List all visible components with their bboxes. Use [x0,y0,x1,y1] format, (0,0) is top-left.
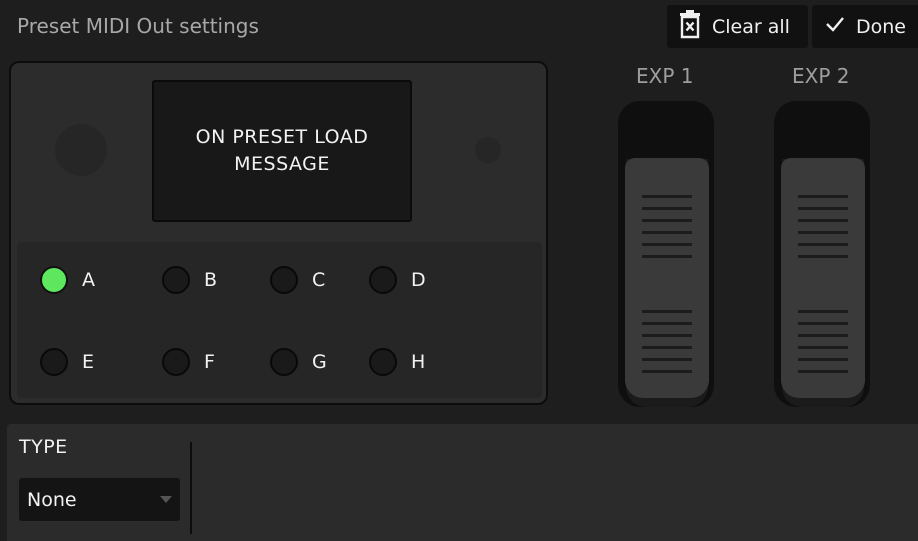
led-indicator [270,348,298,376]
footswitch-a[interactable]: A [40,266,95,294]
footswitch-label: C [312,269,326,291]
pedal-plate [781,158,865,398]
footswitch-label: F [204,351,215,373]
chevron-down-icon [160,496,172,503]
pedal-grooves [798,195,848,267]
led-indicator [40,266,68,294]
footswitch-e[interactable]: E [40,348,94,376]
type-label: TYPE [19,436,68,458]
footswitch-g[interactable]: G [270,348,327,376]
led-indicator [270,266,298,294]
type-select-value: None [27,488,77,511]
done-button[interactable]: Done [812,5,918,48]
footswitch-f[interactable]: F [162,348,215,376]
pedal-grooves [798,310,848,382]
pedal-plate [625,158,709,398]
trash-x-icon [678,9,702,44]
page-title: Preset MIDI Out settings [17,14,259,38]
footswitch-label: B [204,269,218,291]
footswitch-h[interactable]: H [369,348,425,376]
indicator-dot [475,137,501,163]
exp1-pedal[interactable] [618,101,714,407]
led-indicator [369,348,397,376]
device-screen[interactable]: ON PRESET LOAD MESSAGE [152,80,412,222]
pedal-grooves [642,310,692,382]
preset-knob [55,124,107,176]
type-select[interactable]: None [19,478,180,521]
done-label: Done [856,15,906,38]
indicator-dot [475,350,501,376]
led-indicator [369,266,397,294]
screen-text: ON PRESET LOAD MESSAGE [195,126,369,175]
exp2-label: EXP 2 [792,64,850,88]
footswitch-label: D [411,269,426,291]
indicator-dot [475,268,501,294]
divider [190,442,192,534]
footswitch-label: A [82,269,95,291]
check-icon [824,13,846,40]
footswitch-panel: A B C D E F G H [17,242,542,398]
footswitch-d[interactable]: D [369,266,426,294]
led-indicator [40,348,68,376]
settings-panel: TYPE None [7,424,918,541]
pedal-grooves [642,195,692,267]
footswitch-label: G [312,351,327,373]
exp1-label: EXP 1 [636,64,694,88]
footswitch-label: E [82,351,95,373]
footswitch-c[interactable]: C [270,266,325,294]
led-indicator [162,266,190,294]
footswitch-label: H [411,351,426,373]
led-indicator [162,348,190,376]
clear-all-label: Clear all [712,15,790,38]
device-body: ON PRESET LOAD MESSAGE A B C D E F G H [9,61,548,405]
footswitch-b[interactable]: B [162,266,217,294]
exp2-pedal[interactable] [774,101,870,407]
clear-all-button[interactable]: Clear all [667,5,808,48]
